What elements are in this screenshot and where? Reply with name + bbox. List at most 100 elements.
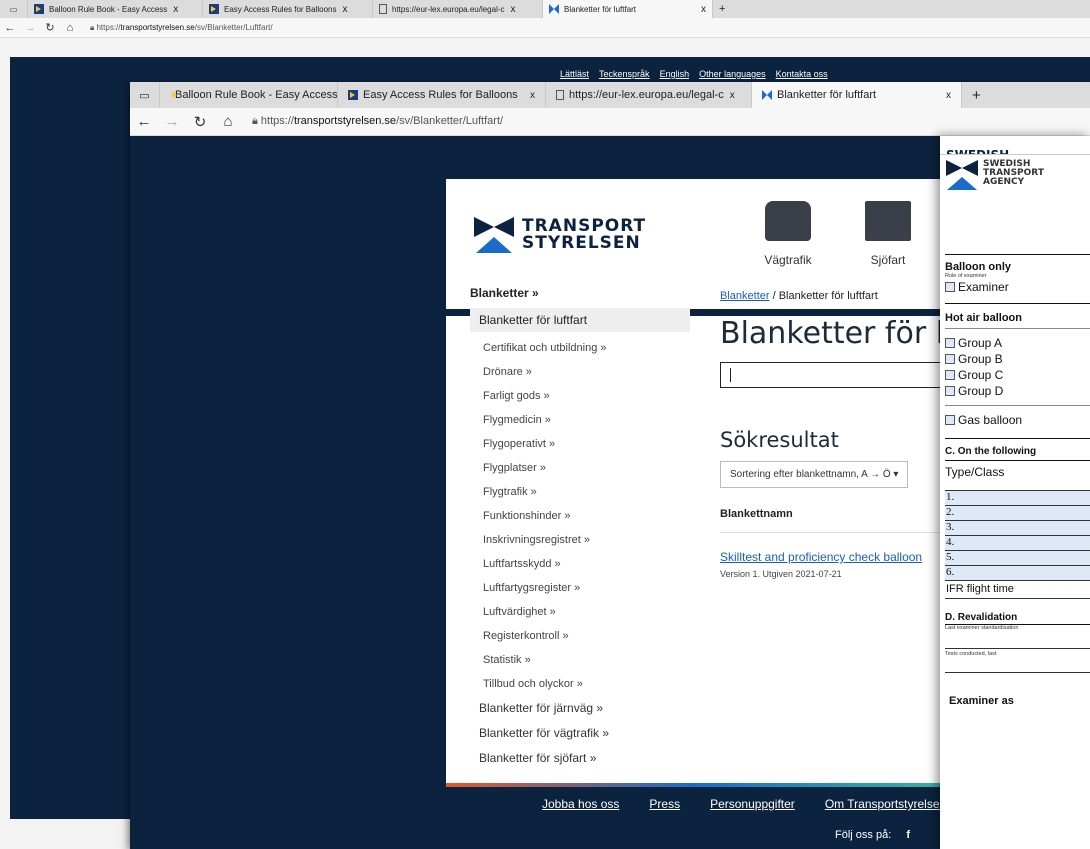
close-icon[interactable]: x — [511, 4, 516, 15]
url-field[interactable]: 🔒︎ https://transportstyrelsen.se/sv/Blan… — [252, 115, 503, 128]
checkbox-group-c[interactable]: Group C — [945, 367, 1090, 383]
url-host: transportstyrelsen.se — [120, 22, 195, 32]
checkbox[interactable] — [945, 282, 955, 292]
section-heading: C. On the following — [945, 446, 1037, 457]
mid-tab-strip: ▭ Balloon Rule Book - Easy Access Easy A… — [130, 82, 1090, 108]
pdf-form-window: SWEDISH SWEDISH TRANSPORT AGENCY Balloon… — [940, 136, 1090, 849]
home-icon[interactable]: ⌂ — [214, 113, 242, 130]
footer-link[interactable]: Om Transportstyrelsen — [825, 797, 946, 811]
close-icon[interactable]: x — [173, 4, 178, 15]
section-heading: Examiner as — [949, 695, 1014, 707]
follow-label: Följ oss på: — [835, 829, 892, 841]
close-icon[interactable]: x — [701, 4, 706, 15]
checkbox[interactable] — [945, 386, 955, 396]
reload-icon[interactable]: ↻ — [40, 21, 60, 34]
checkbox-group-b[interactable]: Group B — [945, 351, 1090, 367]
sidebar-item[interactable]: Tillbud och olyckor » — [470, 672, 690, 696]
sidebar-item[interactable]: Farligt gods » — [470, 384, 690, 408]
field-label[interactable]: Tests conducted, last — [945, 649, 1090, 673]
tab-label: Balloon Rule Book - Easy Access — [175, 89, 338, 101]
tab-actions-icon[interactable]: ▭ — [130, 82, 160, 108]
table-row[interactable]: 1. — [945, 491, 1090, 506]
checkbox[interactable] — [945, 338, 955, 348]
back-tab-strip: ▭ Balloon Rule Book - Easy Access x Easy … — [0, 0, 1090, 18]
mid-tab-3[interactable]: https://eur-lex.europa.eu/legal-c x — [546, 82, 752, 108]
breadcrumb-current: Blanketter för luftfart — [778, 290, 878, 302]
mid-tab-2[interactable]: Easy Access Rules for Balloons x — [338, 82, 546, 108]
checkbox-group-a[interactable]: Group A — [945, 335, 1090, 351]
tab-actions-icon[interactable]: ▭ — [0, 0, 28, 18]
sidebar-item[interactable]: Flygoperativt » — [470, 432, 690, 456]
sidebar-root[interactable]: Blanketter » — [470, 286, 690, 300]
close-icon[interactable]: x — [946, 90, 951, 101]
back-tab-2[interactable]: Easy Access Rules for Balloons x — [203, 0, 373, 18]
close-icon[interactable]: x — [530, 90, 535, 101]
sidebar-current[interactable]: Blanketter för luftfart — [470, 308, 690, 332]
sidebar-item[interactable]: Statistik » — [470, 648, 690, 672]
category-sjofart[interactable]: Sjöfart — [848, 201, 928, 267]
checkbox-label: Group C — [958, 368, 1004, 382]
sidebar-top-item[interactable]: Blanketter för vägtrafik » — [470, 721, 690, 746]
field-label[interactable]: Last examiner standardisation — [945, 625, 1090, 649]
sidebar-item[interactable]: Registerkontroll » — [470, 624, 690, 648]
new-tab-button[interactable]: + — [713, 0, 731, 18]
sidebar-item[interactable]: Drönare » — [470, 360, 690, 384]
sidebar-item[interactable]: Luftfartsskydd » — [470, 552, 690, 576]
table-row[interactable]: 3. — [945, 521, 1090, 536]
sidebar-item[interactable]: Flygplatser » — [470, 456, 690, 480]
checkbox-group-d[interactable]: Group D — [945, 383, 1090, 399]
close-icon[interactable]: x — [343, 4, 348, 15]
table-row[interactable]: 2. — [945, 506, 1090, 521]
back-tab-4[interactable]: Blanketter för luftfart x — [543, 0, 713, 18]
sidebar-top-item[interactable]: Blanketter för sjöfart » — [470, 746, 690, 771]
link-lattlast[interactable]: Lättläst — [560, 69, 589, 79]
table-row[interactable]: 4. — [945, 536, 1090, 551]
checkbox-gas-balloon[interactable]: Gas balloon — [945, 412, 1090, 428]
checkbox-examiner[interactable]: Examiner — [945, 279, 1090, 295]
table-row[interactable]: 5. — [945, 551, 1090, 566]
back-tab-3[interactable]: https://eur-lex.europa.eu/legal-c x — [373, 0, 543, 18]
forward-arrow-icon[interactable]: → — [20, 22, 40, 34]
new-tab-button[interactable]: + — [962, 82, 991, 108]
footer-link[interactable]: Personuppgifter — [710, 797, 795, 811]
tab-label: Blanketter för luftfart — [777, 89, 877, 101]
checkbox[interactable] — [945, 415, 955, 425]
link-teckensprak[interactable]: Teckenspråk — [599, 69, 650, 79]
divider — [945, 254, 1090, 255]
sidebar-item[interactable]: Flygtrafik » — [470, 480, 690, 504]
site-logo[interactable]: TRANSPORT STYRELSEN — [474, 217, 646, 253]
sidebar-item[interactable]: Flygmedicin » — [470, 408, 690, 432]
sort-dropdown[interactable]: Sortering efter blankettnamn, A → Ö ▾ — [720, 461, 909, 488]
document-icon — [556, 90, 564, 100]
mid-tab-4[interactable]: Blanketter för luftfart x — [752, 82, 962, 108]
category-vagtrafik[interactable]: Vägtrafik — [748, 201, 828, 267]
sidebar-top-item[interactable]: Blanketter för järnväg » — [470, 696, 690, 721]
sidebar-item[interactable]: Luftvärdighet » — [470, 600, 690, 624]
footer-link[interactable]: Press — [649, 797, 680, 811]
sidebar-item[interactable]: Certifikat och utbildning » — [470, 336, 690, 360]
checkbox-label: Gas balloon — [958, 413, 1023, 427]
reload-icon[interactable]: ↻ — [186, 113, 214, 131]
footer-link[interactable]: Jobba hos oss — [542, 797, 619, 811]
home-icon[interactable]: ⌂ — [60, 22, 80, 34]
back-arrow-icon[interactable]: ← — [0, 22, 20, 34]
link-other-languages[interactable]: Other languages — [699, 69, 766, 79]
facebook-icon[interactable]: f — [906, 829, 910, 841]
checkbox[interactable] — [945, 354, 955, 364]
sidebar-item[interactable]: Inskrivningsregistret » — [470, 528, 690, 552]
url-field[interactable]: 🔒︎ https://transportstyrelsen.se/sv/Blan… — [90, 23, 273, 33]
forward-arrow-icon[interactable]: → — [158, 113, 186, 130]
breadcrumb-link[interactable]: Blanketter — [720, 290, 770, 302]
back-arrow-icon[interactable]: ← — [130, 113, 158, 130]
checkbox[interactable] — [945, 370, 955, 380]
pdf-org-name: SWEDISH TRANSPORT AGENCY — [983, 160, 1044, 190]
link-english[interactable]: English — [660, 69, 690, 79]
back-tab-1[interactable]: Balloon Rule Book - Easy Access x — [28, 0, 203, 18]
sidebar-item[interactable]: Luftfartygsregister » — [470, 576, 690, 600]
link-kontakta-oss[interactable]: Kontakta oss — [776, 69, 828, 79]
tab-label: Easy Access Rules for Balloons — [363, 89, 518, 101]
sidebar-item[interactable]: Funktionshinder » — [470, 504, 690, 528]
mid-tab-1[interactable]: Balloon Rule Book - Easy Access — [160, 82, 338, 108]
table-row[interactable]: 6. — [945, 566, 1090, 581]
close-icon[interactable]: x — [730, 90, 735, 101]
